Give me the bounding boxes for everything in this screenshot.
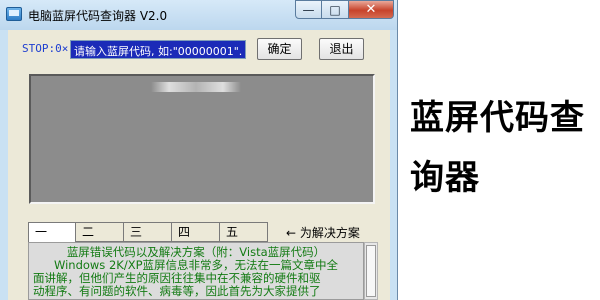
- info-line: 动程序、有问题的软件、病毒等，因此首先为大家提供了: [33, 285, 321, 298]
- app-window-icon: [6, 7, 22, 21]
- result-display: [29, 74, 375, 204]
- vertical-scrollbar[interactable]: [364, 242, 378, 300]
- tab-2[interactable]: 二: [76, 222, 124, 242]
- stop-code-prefix-label: STOP:0×: [22, 42, 69, 55]
- headline-line-2: 询器: [410, 158, 480, 198]
- tab-4[interactable]: 四: [172, 222, 220, 242]
- tab-hint-label: ← 为解决方案: [286, 226, 360, 240]
- tab-5[interactable]: 五: [220, 222, 268, 242]
- window-controls: — □ ✕: [295, 0, 394, 20]
- title-bar[interactable]: 电脑蓝屏代码查询器 V2.0 — □ ✕: [0, 0, 397, 30]
- window-title: 电脑蓝屏代码查询器 V2.0: [28, 9, 168, 23]
- page: 电脑蓝屏代码查询器 V2.0 — □ ✕ STOP:0× 请输入蓝屏代码, 如:…: [0, 0, 600, 300]
- confirm-button[interactable]: 确定: [257, 38, 302, 60]
- app-window: 电脑蓝屏代码查询器 V2.0 — □ ✕ STOP:0× 请输入蓝屏代码, 如:…: [0, 0, 398, 300]
- scrollbar-thumb[interactable]: [366, 245, 376, 297]
- close-button[interactable]: ✕: [349, 0, 394, 19]
- solution-tabs: 一 二 三 四 五: [28, 222, 268, 242]
- client-content: STOP:0× 请输入蓝屏代码, 如:"00000001". 确定 退出 一 二…: [8, 30, 390, 300]
- maximize-button[interactable]: □: [322, 0, 349, 19]
- info-line: Windows 2K/XP蓝屏信息非常多，无法在一篇文章中全: [53, 259, 339, 272]
- bsod-code-input[interactable]: 请输入蓝屏代码, 如:"00000001".: [70, 40, 246, 59]
- display-glare: [151, 82, 241, 92]
- minimize-button[interactable]: —: [295, 0, 322, 19]
- solution-text-area[interactable]: 蓝屏错误代码以及解决方案（附：Vista蓝屏代码） Windows 2K/XP蓝…: [28, 242, 364, 300]
- info-line: 蓝屏错误代码以及解决方案（附：Vista蓝屏代码）: [66, 246, 326, 259]
- article-headline: 蓝屏代码查 询器: [410, 88, 596, 208]
- exit-button[interactable]: 退出: [319, 38, 364, 60]
- info-line: 面讲解，但他们产生的原因往往集中在不兼容的硬件和驱: [33, 272, 321, 285]
- headline-line-1: 蓝屏代码查: [410, 98, 585, 138]
- tab-1[interactable]: 一: [28, 222, 76, 242]
- tab-3[interactable]: 三: [124, 222, 172, 242]
